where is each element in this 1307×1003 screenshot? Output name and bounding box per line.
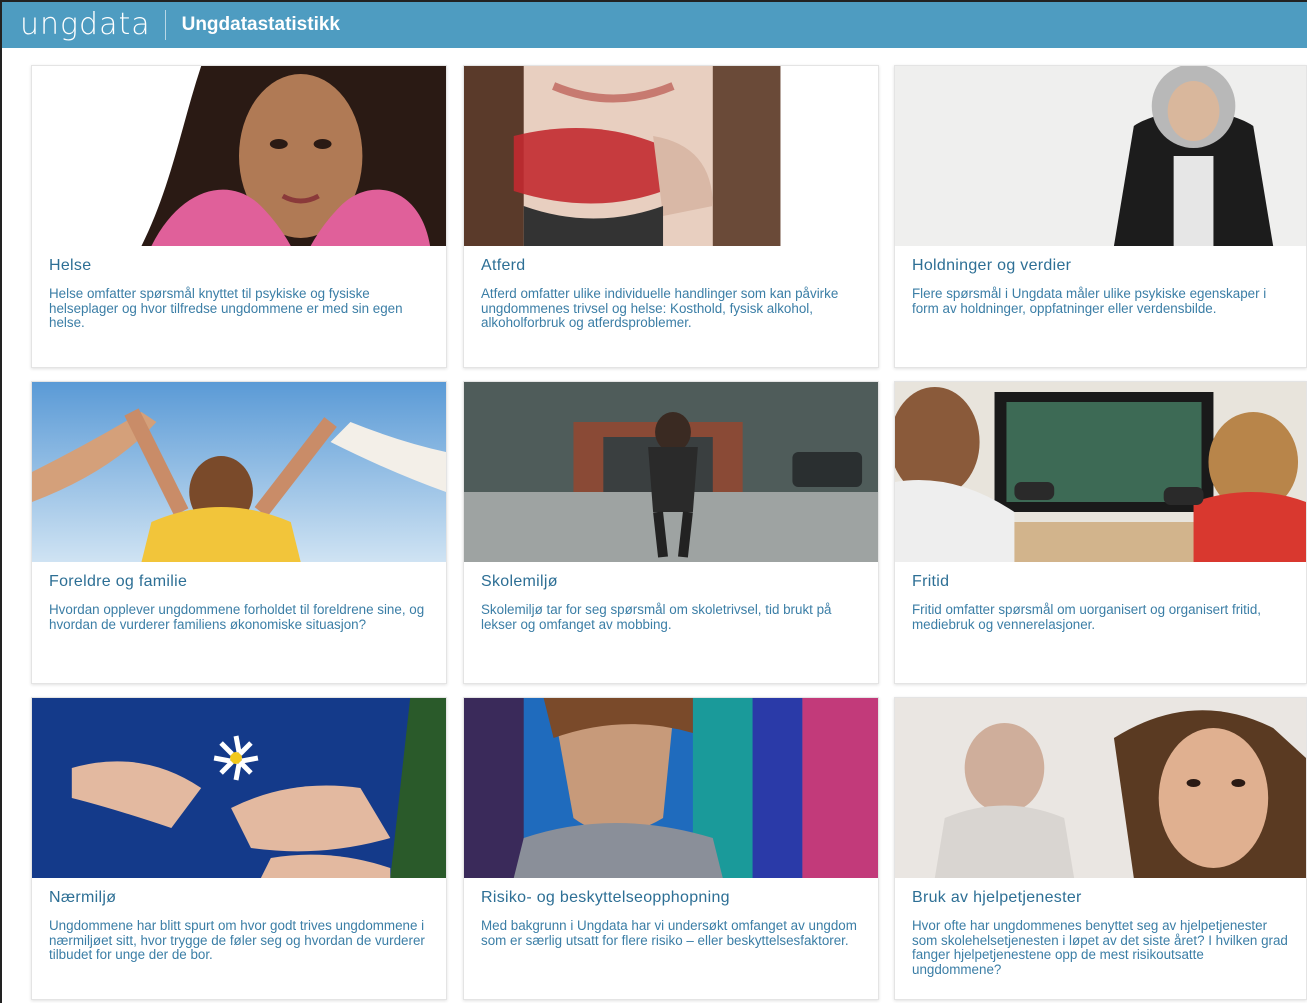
- helse-photo: [32, 66, 446, 246]
- card-description: Ungdommene har blitt spurt om hvor godt …: [49, 918, 425, 962]
- card-description: Atferd omfatter ulike individuelle handl…: [481, 286, 839, 330]
- card-foreldre[interactable]: Foreldre og familie Hvordan opplever ung…: [31, 381, 447, 684]
- holdninger-photo: [895, 66, 1306, 246]
- card-title: Nærmiljø: [49, 889, 117, 906]
- card-description: Hvor ofte har ungdommenes benyttet seg a…: [912, 918, 1288, 977]
- card-description: Flere spørsmål i Ungdata måler ulike psy…: [912, 286, 1267, 316]
- ungdata-logo[interactable]: ungdata: [2, 2, 151, 48]
- card-title: Skolemiljø: [481, 573, 558, 590]
- card-skolemiljo[interactable]: Skolemiljø Skolemiljø tar for seg spørsm…: [463, 381, 879, 684]
- card-title: Fritid: [912, 573, 950, 590]
- card-description: Helse omfatter spørsmål knyttet til psyk…: [49, 286, 403, 330]
- card-hjelpetjenester[interactable]: Bruk av hjelpetjenester Hvor ofte har un…: [894, 697, 1307, 1000]
- card-title: Holdninger og verdier: [912, 257, 1072, 274]
- card-description: Hvordan opplever ungdommene forholdet ti…: [49, 602, 425, 632]
- foreldre-photo: [32, 382, 446, 562]
- header-divider: [164, 10, 166, 40]
- card-naermiljo[interactable]: Nærmiljø Ungdommene har blitt spurt om h…: [31, 697, 447, 1000]
- card-title: Foreldre og familie: [49, 573, 188, 590]
- skolemiljo-photo: [464, 382, 878, 562]
- card-description: Fritid omfatter spørsmål om uorganisert …: [912, 602, 1262, 632]
- card-holdninger[interactable]: Holdninger og verdier Flere spørsmål i U…: [894, 65, 1307, 368]
- card-title: Bruk av hjelpetjenester: [912, 889, 1082, 906]
- hjelpetjenester-photo: [895, 698, 1306, 878]
- site-header: ungdata Ungdatastatistikk: [2, 2, 1307, 48]
- site-title[interactable]: Ungdatastatistikk: [182, 14, 340, 36]
- risiko-photo: [464, 698, 878, 878]
- card-description: Med bakgrunn i Ungdata har vi undersøkt …: [481, 918, 857, 948]
- card-fritid[interactable]: Fritid Fritid omfatter spørsmål om uorga…: [894, 381, 1307, 684]
- card-risiko[interactable]: Risiko- og beskyttelseopphopning Med bak…: [463, 697, 879, 1000]
- card-title: Atferd: [481, 257, 526, 274]
- card-title: Helse: [49, 257, 92, 274]
- card-atferd[interactable]: Atferd Atferd omfatter ulike individuell…: [463, 65, 879, 368]
- card-title: Risiko- og beskyttelseopphopning: [481, 889, 730, 906]
- atferd-photo: [464, 66, 878, 246]
- naermiljo-photo: [32, 698, 446, 878]
- card-helse[interactable]: Helse Helse omfatter spørsmål knyttet ti…: [31, 65, 447, 368]
- fritid-photo: [895, 382, 1306, 562]
- card-description: Skolemiljø tar for seg spørsmål om skole…: [481, 602, 832, 632]
